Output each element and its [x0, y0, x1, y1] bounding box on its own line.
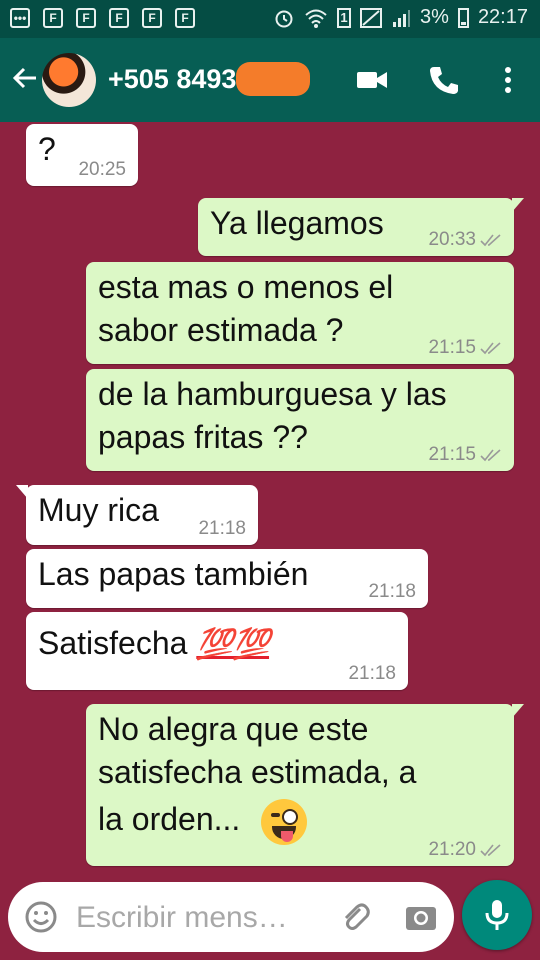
wink-tongue-emoji: [261, 798, 308, 845]
message-time: 21:15: [428, 337, 476, 358]
message-bubble-outgoing[interactable]: esta mas o menos el sabor estimada ? 21:…: [86, 262, 514, 364]
message-bubble-incoming[interactable]: Las papas también 21:18: [26, 549, 428, 608]
message-time: 21:15: [428, 444, 476, 465]
message-bubble-incoming[interactable]: Satisfecha 💯💯 21:18: [26, 612, 408, 690]
compose-bar: [8, 882, 454, 952]
hundred-points-emoji: 💯💯: [196, 628, 270, 661]
bubble-tail: [512, 704, 524, 718]
notification-icons: ••• F F F F F: [10, 8, 195, 28]
message-time: 21:18: [348, 663, 396, 684]
message-text: esta mas o menos el: [98, 269, 394, 305]
read-receipt-icon: [480, 449, 501, 462]
battery-icon: [457, 7, 469, 28]
message-text: de la hamburguesa y las: [98, 376, 447, 412]
camera-icon[interactable]: [404, 900, 438, 934]
read-receipt-icon: [480, 844, 501, 857]
emoji-icon[interactable]: [24, 900, 58, 934]
signal-strength-icon: [360, 7, 383, 28]
message-bubble-incoming[interactable]: Muy rica 21:18: [16, 485, 258, 545]
back-arrow-icon[interactable]: [10, 63, 40, 93]
video-call-icon[interactable]: [354, 62, 390, 98]
message-time: 20:33: [428, 229, 476, 250]
message-time: 20:25: [78, 159, 126, 180]
read-receipt-icon: [480, 234, 501, 247]
system-status: 1 3% 22:17: [273, 6, 528, 29]
message-text: Satisfecha: [38, 625, 188, 661]
message-input[interactable]: [74, 894, 318, 942]
voice-record-button[interactable]: [462, 880, 532, 950]
message-time: 21:20: [428, 839, 476, 860]
bubble-tail: [16, 485, 28, 499]
message-text: satisfecha estimada, a: [98, 754, 417, 790]
attach-icon[interactable]: [338, 900, 372, 934]
message-bubble-outgoing[interactable]: Ya llegamos 20:33: [198, 198, 524, 256]
read-receipt-icon: [480, 342, 501, 355]
message-bubble-outgoing[interactable]: de la hamburguesa y las papas fritas ?? …: [86, 369, 514, 471]
phone-icon[interactable]: [426, 62, 462, 98]
message-text: Las papas también: [38, 556, 309, 592]
contact-avatar[interactable]: [42, 53, 96, 107]
facebook-icon: F: [142, 8, 162, 28]
facebook-icon: F: [109, 8, 129, 28]
mic-icon: [485, 900, 509, 930]
wifi-icon: [305, 9, 327, 28]
alarm-icon: [275, 10, 293, 27]
clock: 22:17: [477, 6, 528, 28]
message-text: No alegra que este: [98, 711, 369, 747]
battery-percent: 3%: [420, 6, 449, 28]
message-bubble-outgoing[interactable]: No alegra que este satisfecha estimada, …: [86, 704, 524, 866]
more-options-icon[interactable]: [490, 62, 526, 98]
facebook-icon: F: [43, 8, 63, 28]
sim-indicator: 1: [337, 7, 352, 28]
message-text: la orden...: [98, 801, 241, 837]
cell-signal-icon: [393, 9, 411, 27]
message-time: 21:18: [198, 518, 246, 539]
message-time: 21:18: [368, 581, 416, 602]
message-bubble-incoming[interactable]: ? 20:25: [26, 124, 138, 186]
redaction-mark: [236, 62, 310, 96]
facebook-icon: F: [175, 8, 195, 28]
contact-name[interactable]: +505 8493: [108, 64, 236, 95]
bbm-icon: •••: [10, 8, 30, 28]
facebook-icon: F: [76, 8, 96, 28]
status-bar: ••• F F F F F 1 3% 22:17: [0, 0, 540, 38]
message-list: ? 20:25 Ya llegamos 20:33 esta mas o men…: [0, 122, 540, 882]
chat-header: +505 8493: [0, 38, 540, 122]
bubble-tail: [512, 198, 524, 212]
